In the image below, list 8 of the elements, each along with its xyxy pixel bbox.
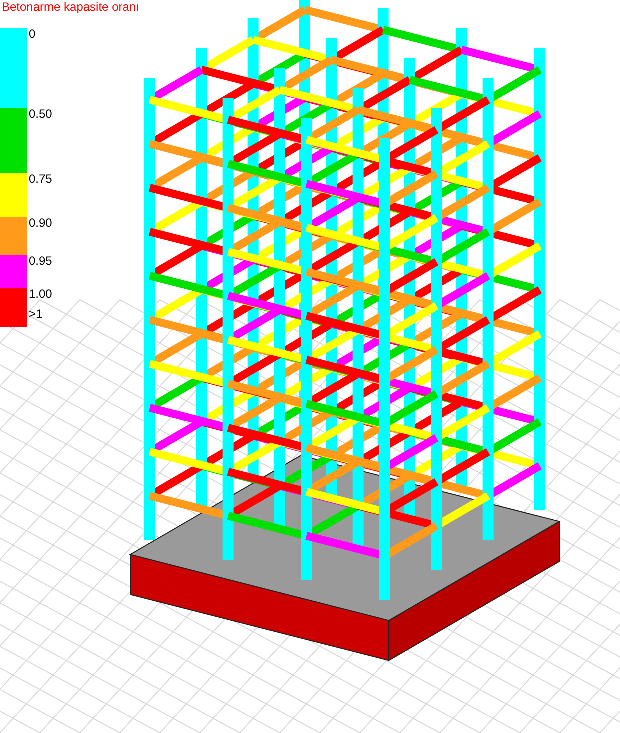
legend-label: 1.00 [28, 288, 52, 300]
legend-label: 0.95 [28, 255, 52, 267]
legend-label: 0 [28, 28, 36, 40]
legend-label: 0.75 [28, 173, 52, 185]
legend-label: 0.90 [28, 217, 52, 229]
legend-label: 0.50 [28, 108, 52, 120]
legend-label: >1 [28, 308, 44, 320]
legend-title: Betonarme kapasite oranı [0, 0, 142, 15]
